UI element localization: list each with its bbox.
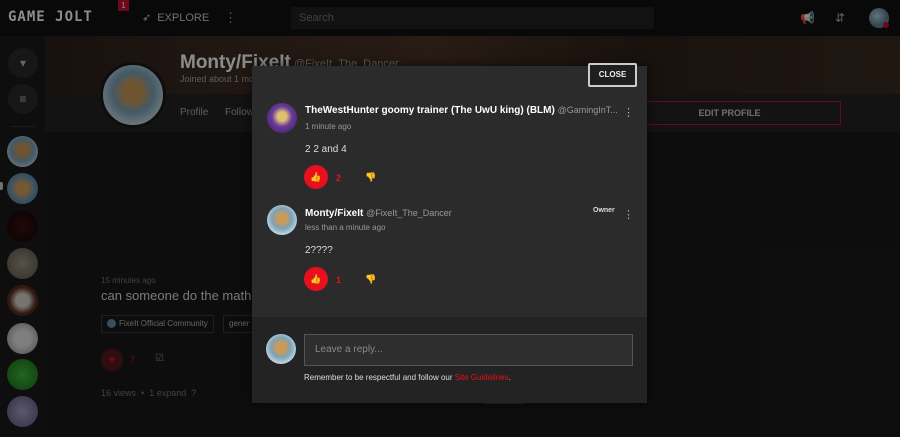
comment-body: 2 2 and 4	[305, 144, 347, 155]
comment-options-icon[interactable]: ⋮	[623, 106, 634, 119]
comment-time: 1 minute ago	[305, 122, 352, 131]
comment-time: less than a minute ago	[305, 223, 386, 232]
comment-author[interactable]: TheWestHunter goomy trainer (The UwU kin…	[305, 105, 618, 116]
owner-badge: Owner	[593, 207, 615, 214]
like-button[interactable]: 👍	[304, 165, 328, 189]
reply-avatar	[266, 334, 296, 364]
commenter-avatar[interactable]	[267, 103, 297, 133]
guidelines-prefix: Remember to be respectful and follow our	[304, 373, 455, 382]
reply-input[interactable]: Leave a reply...	[304, 334, 633, 366]
site-guidelines-link[interactable]: Site Guidelines	[455, 373, 509, 382]
author-name: Monty/FixeIt	[305, 208, 364, 219]
comment-author[interactable]: Monty/FixeIt @FixeIt_The_Dancer	[305, 208, 452, 219]
author-name: TheWestHunter goomy trainer (The UwU kin…	[305, 105, 555, 116]
guidelines-note: Remember to be respectful and follow our…	[304, 373, 511, 382]
like-button[interactable]: 👍	[304, 267, 328, 291]
author-handle: @GamingInT...	[557, 105, 618, 115]
like-count: 2	[336, 173, 342, 183]
guidelines-suffix: .	[508, 373, 511, 382]
dislike-icon[interactable]: 👎	[365, 274, 376, 285]
author-handle: @FixeIt_The_Dancer	[366, 208, 452, 218]
like-count: 1	[336, 275, 342, 285]
reply-section: Leave a reply... Remember to be respectf…	[252, 317, 647, 403]
comment-options-icon[interactable]: ⋮	[623, 208, 634, 221]
dislike-icon[interactable]: 👎	[365, 172, 376, 183]
comment-body: 2????	[305, 245, 333, 256]
comment-thread-modal: CLOSE TheWestHunter goomy trainer (The U…	[252, 63, 647, 403]
commenter-avatar[interactable]	[267, 205, 297, 235]
close-button[interactable]: CLOSE	[588, 63, 637, 87]
